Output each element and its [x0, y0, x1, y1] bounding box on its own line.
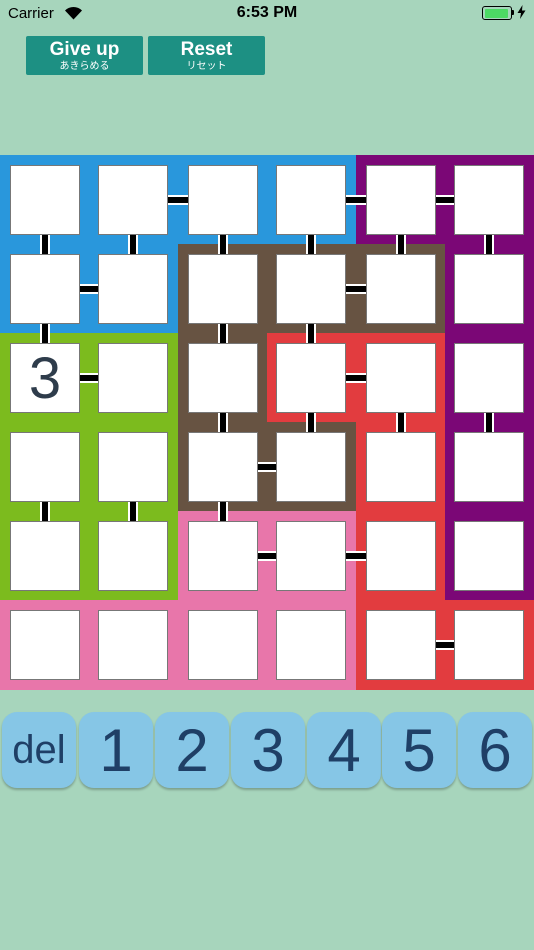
connector-horizontal — [346, 551, 366, 561]
connector-vertical — [40, 323, 50, 344]
grid-cell[interactable] — [276, 254, 346, 324]
grid-cell[interactable] — [276, 343, 346, 413]
connector-vertical — [40, 234, 50, 255]
number-key-6[interactable]: 6 — [458, 712, 532, 788]
number-key-4[interactable]: 4 — [307, 712, 381, 788]
grid-cell[interactable] — [188, 343, 258, 413]
connector-horizontal — [257, 462, 277, 472]
grid-cell[interactable] — [188, 521, 258, 591]
grid-cell[interactable] — [98, 432, 168, 502]
grid-cell[interactable] — [276, 521, 346, 591]
grid-cell[interactable] — [366, 432, 436, 502]
connector-horizontal — [435, 195, 455, 205]
give-up-button[interactable]: Give up あきらめる — [26, 36, 143, 75]
number-key-2[interactable]: 2 — [155, 712, 229, 788]
connector-vertical — [40, 501, 50, 522]
grid-cell[interactable] — [276, 610, 346, 680]
connector-horizontal — [346, 195, 366, 205]
grid-cell[interactable] — [98, 610, 168, 680]
connector-vertical — [484, 234, 494, 255]
grid-cell[interactable] — [98, 343, 168, 413]
give-up-label: Give up — [49, 39, 120, 60]
grid-cell[interactable] — [188, 165, 258, 235]
grid-cell[interactable] — [98, 254, 168, 324]
delete-key[interactable]: del — [2, 712, 76, 788]
grid-cell[interactable] — [454, 432, 524, 502]
status-bar: Carrier 6:53 PM — [0, 0, 534, 28]
grid-cell[interactable] — [454, 254, 524, 324]
grid-cell[interactable] — [10, 610, 80, 680]
connector-vertical — [306, 323, 316, 344]
reset-button[interactable]: Reset リセット — [148, 36, 265, 75]
grid-cell[interactable] — [188, 254, 258, 324]
connector-vertical — [396, 412, 406, 433]
grid-cell[interactable] — [366, 254, 436, 324]
grid-cell[interactable] — [366, 165, 436, 235]
battery-icon — [482, 6, 512, 20]
battery-tip — [512, 10, 514, 15]
grid-cell[interactable] — [454, 165, 524, 235]
grid-cell[interactable] — [454, 610, 524, 680]
connector-vertical — [218, 501, 228, 522]
connector-horizontal — [346, 373, 366, 383]
grid-cell[interactable] — [454, 521, 524, 591]
grid-cell[interactable] — [10, 165, 80, 235]
clock: 6:53 PM — [236, 4, 298, 21]
connector-vertical — [128, 501, 138, 522]
connector-vertical — [396, 234, 406, 255]
grid-cell[interactable] — [98, 521, 168, 591]
connector-horizontal — [168, 195, 188, 205]
connector-horizontal — [346, 284, 366, 294]
connector-vertical — [218, 412, 228, 433]
grid-cell[interactable] — [366, 610, 436, 680]
connector-vertical — [484, 412, 494, 433]
grid-cell[interactable] — [10, 254, 80, 324]
grid-cell[interactable] — [10, 432, 80, 502]
connector-vertical — [306, 234, 316, 255]
connector-vertical — [218, 234, 228, 255]
give-up-sublabel: あきらめる — [59, 61, 110, 72]
connector-horizontal — [79, 373, 99, 383]
connector-horizontal — [435, 640, 455, 650]
grid-cell[interactable] — [98, 165, 168, 235]
charging-bolt-icon — [517, 5, 526, 24]
connector-horizontal — [79, 284, 99, 294]
connector-vertical — [306, 412, 316, 433]
reset-sublabel: リセット — [186, 61, 227, 72]
number-key-1[interactable]: 1 — [79, 712, 153, 788]
reset-label: Reset — [180, 39, 233, 60]
number-key-3[interactable]: 3 — [231, 712, 305, 788]
grid-cell[interactable] — [366, 343, 436, 413]
grid-cell[interactable]: 3 — [10, 343, 80, 413]
grid-cell[interactable] — [188, 610, 258, 680]
grid-cell[interactable] — [188, 432, 258, 502]
puzzle-board: 3 — [0, 155, 534, 690]
connector-vertical — [128, 234, 138, 255]
grid-cell[interactable] — [10, 521, 80, 591]
connector-vertical — [218, 323, 228, 344]
grid-cell[interactable] — [366, 521, 436, 591]
grid-cell[interactable] — [276, 165, 346, 235]
connector-horizontal — [257, 551, 277, 561]
grid-cell[interactable] — [276, 432, 346, 502]
battery-level — [484, 8, 509, 18]
number-key-5[interactable]: 5 — [382, 712, 456, 788]
grid-cell[interactable] — [454, 343, 524, 413]
